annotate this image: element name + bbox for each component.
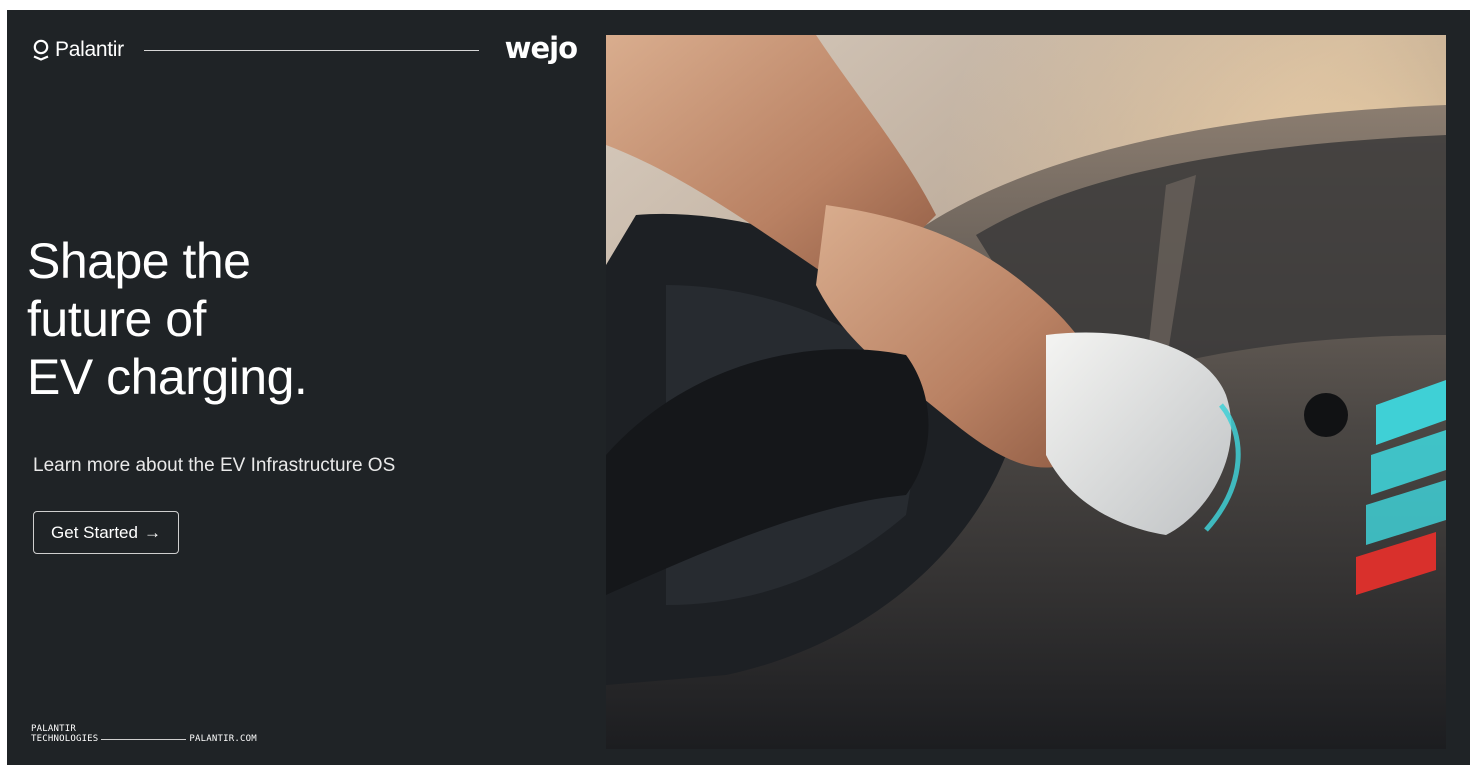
get-started-label: Get Started [51,522,138,542]
footer-company-line-1: PALANTIR [31,724,76,734]
arrow-right-icon: → [143,522,161,542]
footer-company-line-2: TECHNOLOGIES [31,734,99,744]
subheading: Learn more about the EV Infrastructure O… [33,455,396,476]
hand-plugging-ev-charger-icon [606,35,1446,749]
brand-divider [143,49,479,51]
headline: Shape the future of EV charging. [27,232,308,406]
footer: PALANTIR TECHNOLOGIES PALANTIR.COM [31,724,257,744]
ad-panel: Palantir wejo Shape the future of EV cha… [7,10,1470,765]
palantir-mark-icon [33,39,49,61]
brand-row: Palantir wejo [32,33,578,66]
palantir-logo[interactable]: Palantir [32,38,124,62]
get-started-button[interactable]: Get Started → [33,511,179,554]
hero-image [606,35,1446,749]
footer-company-name: PALANTIR TECHNOLOGIES [31,724,98,744]
palantir-logo-text: Palantir [55,38,124,61]
wejo-logo[interactable]: wejo [505,33,578,63]
headline-line-2: future of [27,291,206,347]
headline-line-1: Shape the [27,233,251,289]
footer-divider [101,739,187,740]
headline-line-3: EV charging. [27,349,308,405]
footer-url-link[interactable]: PALANTIR.COM [189,734,256,744]
